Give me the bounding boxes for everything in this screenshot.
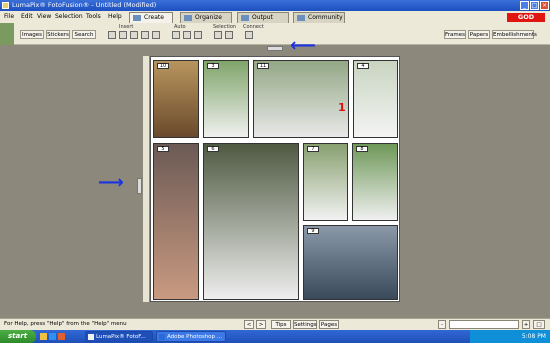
tab-create-label: Create bbox=[144, 14, 164, 21]
prev-page-button[interactable]: < bbox=[244, 320, 254, 329]
task-photoshop[interactable]: Adobe Photoshop ... bbox=[156, 331, 226, 342]
panel-toggle[interactable] bbox=[0, 23, 14, 45]
photo-frame[interactable]: 3 bbox=[203, 60, 249, 138]
tab-community-label: Community bbox=[308, 14, 343, 21]
photo-number: 3 bbox=[207, 63, 219, 69]
photo-frame[interactable]: 4 bbox=[353, 60, 398, 138]
task-lumapix[interactable]: LumaPix® FotoF... bbox=[85, 331, 153, 342]
status-badge: GOD bbox=[507, 13, 545, 22]
output-icon bbox=[241, 15, 249, 21]
group-label-insert: Insert bbox=[119, 24, 134, 30]
help-text: For Help, press "Help" from the "Help" m… bbox=[4, 321, 127, 327]
insert-layer-icon[interactable] bbox=[152, 31, 160, 39]
side-ruler[interactable] bbox=[143, 56, 150, 302]
photoshop-icon bbox=[159, 334, 165, 340]
tips-button[interactable]: Tips bbox=[271, 320, 291, 329]
zoom-in-button[interactable]: + bbox=[522, 320, 530, 329]
insert-frame-icon[interactable] bbox=[119, 31, 127, 39]
stickers-button[interactable]: Stickers bbox=[46, 30, 70, 39]
media-icon[interactable] bbox=[58, 333, 65, 340]
papers-button[interactable]: Papers bbox=[468, 30, 490, 39]
organize-icon bbox=[184, 15, 192, 21]
photo-number: 6 bbox=[207, 146, 219, 152]
task-label: Adobe Photoshop ... bbox=[167, 334, 223, 340]
images-button[interactable]: Images bbox=[20, 30, 44, 39]
photo-number: 10 bbox=[157, 63, 169, 69]
photo-frame[interactable]: 5 bbox=[153, 143, 199, 300]
photo-frame[interactable]: 7 bbox=[303, 143, 348, 221]
photo-frame[interactable]: 10 bbox=[153, 60, 199, 138]
menu-tools[interactable]: Tools bbox=[86, 13, 101, 20]
insert-grid-icon[interactable] bbox=[130, 31, 138, 39]
community-icon bbox=[297, 15, 305, 21]
photo-number: 11 bbox=[257, 63, 269, 69]
lumapix-icon bbox=[88, 334, 94, 340]
taskbar bbox=[0, 330, 550, 343]
top-resize-handle[interactable] bbox=[267, 46, 283, 51]
menu-help[interactable]: Help bbox=[108, 13, 122, 20]
photo-number: 9 bbox=[307, 228, 319, 234]
clock: 5:08 PM bbox=[521, 333, 546, 340]
create-icon bbox=[133, 15, 141, 21]
select-all-icon[interactable] bbox=[214, 31, 222, 39]
frames-button[interactable]: Frames bbox=[444, 30, 466, 39]
tab-organize[interactable]: Organize bbox=[180, 12, 232, 23]
task-label: LumaPix® FotoF... bbox=[96, 334, 146, 340]
tab-output-label: Output bbox=[252, 14, 273, 21]
photo-frame[interactable]: 9 bbox=[303, 225, 398, 300]
auto-fill-icon[interactable] bbox=[194, 31, 202, 39]
auto-fit-icon[interactable] bbox=[172, 31, 180, 39]
insert-text-icon[interactable] bbox=[108, 31, 116, 39]
pages-button[interactable]: Pages bbox=[319, 320, 339, 329]
next-page-button[interactable]: > bbox=[256, 320, 266, 329]
maximize-button[interactable]: □ bbox=[530, 1, 539, 10]
menu-selection[interactable]: Selection bbox=[55, 13, 83, 20]
group-label-selection: Selection bbox=[213, 24, 237, 30]
title-bar: LumaPix® FotoFusion® - Untitled (Modifie… bbox=[0, 0, 550, 11]
photo-frame[interactable]: 6 bbox=[203, 143, 299, 300]
tab-output[interactable]: Output bbox=[237, 12, 289, 23]
arrow-right-icon: ⟶ bbox=[98, 172, 124, 193]
side-resize-handle[interactable] bbox=[137, 178, 142, 194]
group-label-auto: Auto bbox=[174, 24, 186, 30]
quicklaunch-icon[interactable] bbox=[40, 333, 47, 340]
start-button[interactable]: start bbox=[0, 330, 36, 343]
photo-number: 4 bbox=[357, 63, 369, 69]
insert-shape-icon[interactable] bbox=[141, 31, 149, 39]
minimize-button[interactable]: _ bbox=[520, 1, 529, 10]
app-icon bbox=[2, 2, 9, 9]
photo-number: 7 bbox=[307, 146, 319, 152]
photo-number: 8 bbox=[356, 146, 368, 152]
search-button[interactable]: Search bbox=[72, 30, 96, 39]
photo-number: 5 bbox=[157, 146, 169, 152]
zoom-slider[interactable] bbox=[449, 320, 519, 329]
photo-overlay-number: 1 bbox=[338, 101, 346, 114]
fit-page-button[interactable]: □ bbox=[533, 320, 545, 329]
auto-arrange-icon[interactable] bbox=[183, 31, 191, 39]
browser-icon[interactable] bbox=[49, 333, 56, 340]
close-button[interactable]: × bbox=[540, 1, 549, 10]
undo-icon[interactable] bbox=[225, 31, 233, 39]
photo-frame[interactable]: 8 bbox=[352, 143, 398, 221]
connect-icon[interactable] bbox=[245, 31, 253, 39]
window-title: LumaPix® FotoFusion® - Untitled (Modifie… bbox=[12, 1, 157, 9]
embellishments-button[interactable]: Embellishments bbox=[492, 30, 537, 39]
arrow-left-icon: ⟵ bbox=[290, 35, 316, 56]
tab-organize-label: Organize bbox=[195, 14, 222, 21]
group-label-connect: Connect bbox=[243, 24, 264, 30]
settings-button[interactable]: Settings bbox=[293, 320, 317, 329]
menu-view[interactable]: View bbox=[37, 13, 51, 20]
menu-file[interactable]: File bbox=[4, 13, 14, 20]
collage-page[interactable]: 10 3 11 1 4 5 6 7 8 9 bbox=[150, 56, 400, 302]
photo-frame[interactable]: 11 1 bbox=[253, 60, 349, 138]
menu-edit[interactable]: Edit bbox=[21, 13, 33, 20]
tab-community[interactable]: Community bbox=[293, 12, 345, 23]
zoom-out-button[interactable]: - bbox=[438, 320, 446, 329]
system-tray: 5:08 PM bbox=[470, 330, 550, 343]
tab-create[interactable]: Create bbox=[129, 12, 173, 23]
